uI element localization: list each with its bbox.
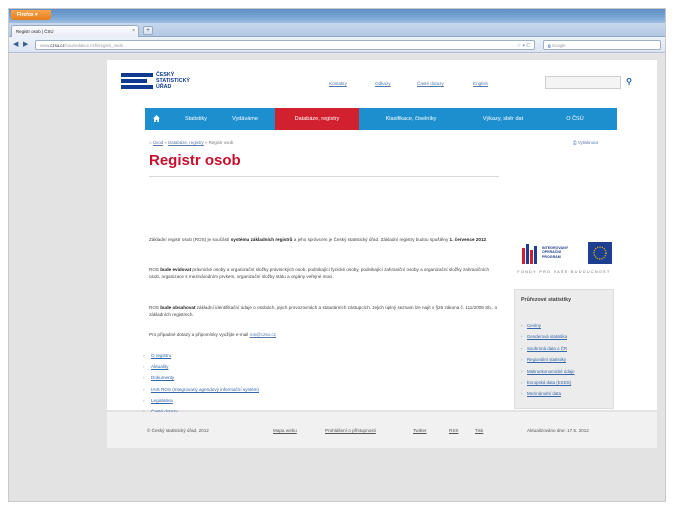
tab-strip: Registr osob | ČSÚ × + (9, 23, 665, 37)
stat-link-regionalni[interactable]: › Regionální statistiky (521, 354, 613, 365)
link-aktuality[interactable]: › Aktuality (143, 361, 343, 372)
nav-item-vykazy[interactable]: Výkazy, sběr dat (463, 108, 543, 130)
nav-item-statistiky[interactable]: Statistiky (173, 108, 219, 130)
stat-link-makroekonomicke[interactable]: › Makroekonomické údaje (521, 366, 613, 377)
home-small-icon[interactable]: ⌂ (149, 140, 152, 145)
intro-paragraph: Základní registr osob (ROS) je součástí … (149, 237, 488, 242)
logo-bar (121, 85, 153, 89)
site-footer: © Český statistický úřad, 2012 Mapa webu… (107, 412, 657, 448)
breadcrumb-current: Registr osob (208, 140, 234, 145)
stat-link-souhrnna-data[interactable]: › Souhrnná data o ČR (521, 343, 613, 354)
nav-item-klasifikace[interactable]: Klasifikace, číselníky (363, 108, 459, 130)
footer-link-rss[interactable]: RSS (449, 428, 458, 433)
footer-link-tisk[interactable]: Tisk (475, 428, 483, 433)
cross-section-stats-box: Průřezové statistiky › Ceníny › Genderová … (514, 289, 614, 409)
link-iais-ros[interactable]: › IAIS ROS (Integrovaný agendový informač… (143, 384, 343, 395)
email-link[interactable]: ros@czso.cz (250, 332, 276, 337)
footer-link-mapa-webu[interactable]: Mapa webu (273, 428, 297, 433)
breadcrumb: ⌂ Úvod » Databáze, registry » Registr os… (149, 140, 233, 145)
page-title: Registr osob (149, 152, 241, 169)
breadcrumb-home[interactable]: Úvod (153, 140, 163, 145)
stats-box-title: Průřezové statistiky (521, 297, 572, 303)
logo-bar (121, 73, 153, 77)
new-tab-button[interactable]: + (143, 26, 153, 35)
stat-link-evropska-data[interactable]: › Evropská data (ESDS) (521, 377, 613, 388)
url-prefix: www. (40, 43, 51, 48)
nav-item-o-csu[interactable]: O ČSÚ (555, 108, 595, 130)
stats-links: › Ceníny › Genderová statistika › Souhrnná … (521, 320, 613, 400)
nav-item-databaze-registry[interactable]: Databáze, registry (275, 108, 359, 130)
logo-bar (121, 79, 147, 83)
url-domain: czso.cz (50, 43, 65, 48)
search-icon[interactable]: ⚲ (623, 76, 635, 89)
breadcrumb-separator: » (164, 140, 167, 145)
navigation-toolbar: ◀ ▶ www.czso.cz/csu/redakce.nsf/i/regist… (9, 37, 665, 53)
footer-link-twitter[interactable]: Twitter (413, 428, 427, 433)
main-navigation: Statistiky Vydáváme Databáze, registry K… (145, 108, 617, 130)
title-bar: Firefox ▾ (9, 9, 665, 23)
reload-star-icons[interactable]: ☆ ▾ C (517, 43, 530, 49)
firefox-menu-button[interactable]: Firefox ▾ (11, 10, 51, 20)
browser-window: Firefox ▾ Registr osob | ČSÚ × + ◀ ▶ www… (8, 8, 666, 502)
forward-arrow-icon[interactable]: ▶ (23, 40, 28, 50)
browser-search-box[interactable]: g Google (543, 40, 661, 50)
content-paragraph: ROS bude obsahovat základní identifikačn… (149, 305, 498, 318)
url-path: /csu/redakce.nsf/i/registr_osob (64, 43, 123, 48)
google-icon: g (548, 43, 551, 48)
copyright: © Český statistický úřad, 2012 (147, 428, 209, 433)
stat-link-ceniny[interactable]: › Ceníny (521, 320, 613, 331)
stat-link-genderova[interactable]: › Genderová statistika (521, 331, 613, 342)
url-bar[interactable]: www.czso.cz/csu/redakce.nsf/i/registr_os… (35, 40, 535, 50)
eu-subtext: FONDY PRO VAŠE BUDOUCNOST (517, 270, 611, 274)
logo-text: ÚŘAD (156, 84, 172, 90)
nav-item-vydavame[interactable]: Vydáváme (219, 108, 271, 130)
link-dokumenty[interactable]: › Dokumenty (143, 372, 343, 383)
search-placeholder: Google (551, 43, 566, 48)
contact-paragraph: Pro případné dotazy a připomínky využijt… (149, 332, 276, 337)
title-divider (149, 176, 499, 177)
print-label: Vytisknout (577, 140, 598, 145)
link-o-registru[interactable]: › O registru (143, 350, 343, 361)
top-link-odkazy[interactable]: Odkazy (375, 81, 391, 86)
web-viewport: ČESKÝ STATISTICKÝ ÚŘAD Kontakty Odkazy Č… (9, 54, 665, 501)
eu-logo-text: INTEGROVANÝ OPERAČNÍ PROGRAM (542, 246, 569, 259)
evidence-paragraph: ROS bude evidovat právnické osoby a orga… (149, 267, 490, 280)
top-link-caste-dotazy[interactable]: Časté dotazy (417, 81, 444, 86)
site-logo[interactable]: ČESKÝ STATISTICKÝ ÚŘAD (121, 72, 221, 94)
browser-tab[interactable]: Registr osob | ČSÚ × (11, 25, 139, 37)
back-arrow-icon[interactable]: ◀ (13, 40, 18, 50)
top-link-kontakty[interactable]: Kontakty (329, 81, 347, 86)
breadcrumb-section[interactable]: Databáze, registry (168, 140, 204, 145)
eu-program-logo[interactable]: INTEGROVANÝ OPERAČNÍ PROGRAM (514, 238, 614, 268)
link-legislativa[interactable]: › Legislativa (143, 395, 343, 406)
print-link[interactable]: ⎙ Vytisknout (573, 140, 598, 145)
breadcrumb-separator: » (204, 140, 208, 145)
page-container: ČESKÝ STATISTICKÝ ÚŘAD Kontakty Odkazy Č… (107, 60, 657, 425)
top-link-english[interactable]: English (473, 81, 488, 86)
close-tab-icon[interactable]: × (132, 28, 135, 34)
footer-link-pristupnost[interactable]: Prohlášení o přístupnosti (325, 428, 376, 433)
tab-title: Registr osob | ČSÚ (16, 29, 54, 34)
last-updated: Aktualizováno dne: 17.5. 2012 (527, 428, 589, 433)
printer-icon: ⎙ (573, 140, 577, 145)
home-icon[interactable] (153, 115, 160, 122)
stat-link-mezinarodni[interactable]: › Mezinárodní data (521, 388, 613, 399)
site-search-input[interactable] (545, 76, 621, 89)
